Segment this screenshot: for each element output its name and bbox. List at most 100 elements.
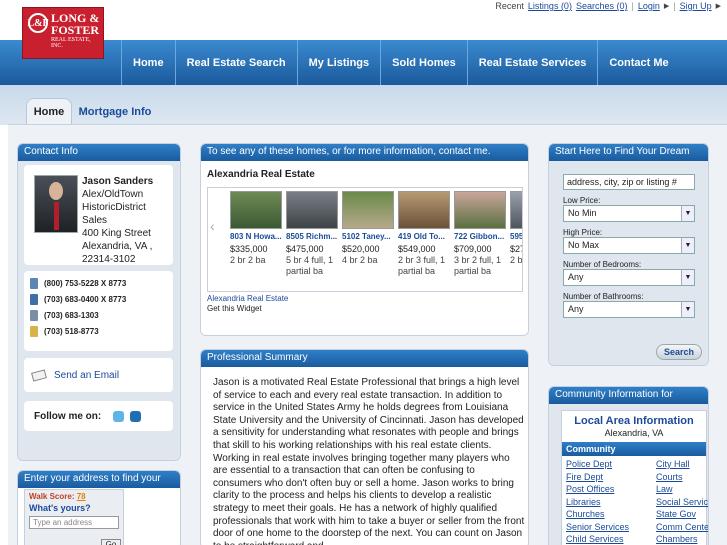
signup-arrow-icon: ▶: [715, 3, 721, 10]
linkedin-icon[interactable]: [130, 410, 142, 422]
listing-price: $335,000: [230, 244, 268, 254]
community-link-police-dept[interactable]: Police Dept: [566, 458, 656, 471]
search-title: Start Here to Find Your Dream: [549, 144, 708, 161]
top-links: Recent Listings (0) Searches (0) | Login…: [495, 1, 721, 11]
listing-card[interactable]: 803 N Howa... $335,000 2 br 2 ba: [230, 188, 284, 266]
community-link-courts[interactable]: Courts: [656, 471, 708, 484]
dropdown-arrow-icon: ▼: [681, 206, 694, 221]
fax-phone[interactable]: (703) 683-1303: [30, 307, 167, 323]
tab-home[interactable]: Home: [26, 98, 72, 125]
search-button[interactable]: Search: [656, 344, 702, 360]
community-link-social-service[interactable]: Social Service: [656, 496, 708, 509]
community-link-city-hall[interactable]: City Hall: [656, 458, 708, 471]
community-link-senior-services[interactable]: Senior Services: [566, 521, 656, 534]
high-price-select[interactable]: No Max ▼: [563, 237, 695, 254]
listing-photo[interactable]: [454, 191, 506, 229]
community-bar: Community: [562, 442, 706, 456]
community-link-comm-center[interactable]: Comm Center: [656, 521, 708, 534]
listing-photo[interactable]: [342, 191, 394, 229]
walk-score-label: Walk Score:: [29, 492, 75, 501]
twitter-icon[interactable]: [113, 410, 125, 422]
listing-photo[interactable]: [230, 191, 282, 229]
listing-price: $279: [510, 244, 522, 254]
signup-link[interactable]: Sign Up: [680, 1, 712, 11]
listing-photo[interactable]: [510, 191, 522, 229]
carousel-prev-icon[interactable]: ‹: [210, 218, 215, 234]
dropdown-arrow-icon: ▼: [681, 302, 694, 317]
listing-card[interactable]: 5958 $2792 br: [510, 188, 523, 266]
recent-searches-link[interactable]: Searches (0): [576, 1, 628, 11]
office-phone[interactable]: (703) 683-0400 X 8773: [30, 291, 167, 307]
nav-item-sold-homes[interactable]: Sold Homes: [380, 40, 467, 85]
agent-name: Jason Sanders: [82, 176, 154, 187]
listing-details: 3 br 2 full, 1: [454, 255, 502, 265]
login-link[interactable]: Login: [638, 1, 660, 11]
agent-photo: [34, 175, 78, 233]
high-price-label: High Price:: [563, 228, 603, 237]
summary-text: Jason is a motivated Real Estate Profess…: [213, 377, 525, 545]
listing-address[interactable]: 5102 Taney...: [342, 231, 396, 242]
nav-item-my-listings[interactable]: My Listings: [296, 40, 381, 85]
navbar: Home Real Estate Search My Listings Sold Ho…: [0, 40, 727, 85]
listing-address[interactable]: 419 Old To...: [398, 231, 452, 242]
community-link-law[interactable]: Law: [656, 483, 708, 496]
listing-address[interactable]: 722 Gibbon...: [454, 231, 508, 242]
get-widget-link[interactable]: Get this Widget: [207, 304, 288, 314]
community-link-chambers[interactable]: Chambers: [656, 533, 708, 545]
listing-details: 2 br 2 ba: [230, 255, 266, 265]
listing-details: 2 br 3 full, 1: [398, 255, 446, 265]
logo-line3: REAL ESTATE, INC.: [51, 37, 91, 49]
listing-card[interactable]: 419 Old To... $549,000 2 br 3 full, 1 parti…: [398, 188, 452, 277]
agent-city: Alexandria, VA ,: [82, 241, 153, 252]
send-email-link[interactable]: Send an Email: [24, 358, 173, 392]
search-panel: Start Here to Find Your Dream address, c…: [548, 143, 709, 366]
logo[interactable]: L&F LONG & FOSTER REAL ESTATE, INC.: [22, 7, 104, 59]
nav-item-real-estate-services[interactable]: Real Estate Services: [466, 40, 598, 85]
agent-zip: 22314-3102: [82, 254, 136, 265]
tab-mortgage-info[interactable]: Mortgage Info: [75, 98, 155, 125]
community-link-libraries[interactable]: Libraries: [566, 496, 656, 509]
widget-source-link[interactable]: Alexandria Real Estate: [207, 294, 288, 304]
login-arrow-icon: ▶: [663, 3, 670, 10]
listing-card[interactable]: 5102 Taney... $520,000 4 br 2 ba: [342, 188, 396, 266]
nav-item-contact-me[interactable]: Contact Me: [597, 40, 679, 85]
listing-card[interactable]: 722 Gibbon... $709,000 3 br 2 full, 1 parti…: [454, 188, 508, 277]
recent-listings-link[interactable]: Listings (0): [528, 1, 572, 11]
location-input[interactable]: address, city, zip or listing #: [563, 174, 695, 190]
listing-details-extra: partial ba: [454, 266, 492, 276]
bathrooms-select[interactable]: Any ▼: [563, 301, 695, 318]
nav-item-home[interactable]: Home: [121, 40, 175, 85]
listing-card[interactable]: 8505 Richm... $475,000 5 br 4 full, 1 parti…: [286, 188, 340, 277]
community-panel: Community Information for Local Area Inf…: [548, 386, 709, 545]
contact-title: Contact Info: [18, 144, 180, 161]
listing-photo[interactable]: [398, 191, 450, 229]
summary-panel: Professional Summary Jason is a motivate…: [200, 349, 529, 545]
dropdown-arrow-icon: ▼: [681, 270, 694, 285]
community-link-churches[interactable]: Churches: [566, 508, 656, 521]
listing-address[interactable]: 8505 Richm...: [286, 231, 340, 242]
local-area-title: Local Area Information: [574, 415, 694, 427]
community-link-post-offices[interactable]: Post Offices: [566, 483, 656, 496]
walk-address-input[interactable]: Type an address: [29, 516, 119, 529]
community-title: Community Information for: [549, 387, 708, 404]
local-area-location: Alexandria, VA: [604, 428, 664, 438]
listing-details: 5 br 4 full, 1: [286, 255, 334, 265]
listing-details: 2 br: [510, 255, 523, 265]
toll-free-phone[interactable]: (800) 753-5228 X 8773: [30, 275, 167, 291]
walk-score-panel: Enter your address to find your Walk Sco…: [17, 470, 181, 545]
walk-map: Walk Score: 78 What's yours? Type an add…: [24, 489, 124, 545]
community-link-child-services[interactable]: Child Services: [566, 533, 656, 545]
bedrooms-select[interactable]: Any ▼: [563, 269, 695, 286]
mobile-icon: [30, 325, 38, 337]
walk-go-button[interactable]: Go: [101, 539, 121, 545]
low-price-select[interactable]: No Min ▼: [563, 205, 695, 222]
community-link-fire-dept[interactable]: Fire Dept: [566, 471, 656, 484]
bathrooms-label: Number of Bathrooms:: [563, 292, 644, 301]
community-link-state-gov[interactable]: State Gov: [656, 508, 708, 521]
listing-address[interactable]: 803 N Howa...: [230, 231, 284, 242]
listing-photo[interactable]: [286, 191, 338, 229]
nav-item-real-estate-search[interactable]: Real Estate Search: [174, 40, 297, 85]
listing-carousel: ‹ 803 N Howa... $335,000 2 br 2 ba 8505 Ric…: [207, 187, 523, 292]
listing-address[interactable]: 5958: [510, 231, 522, 242]
mobile-phone[interactable]: (703) 518-8773: [30, 323, 167, 339]
